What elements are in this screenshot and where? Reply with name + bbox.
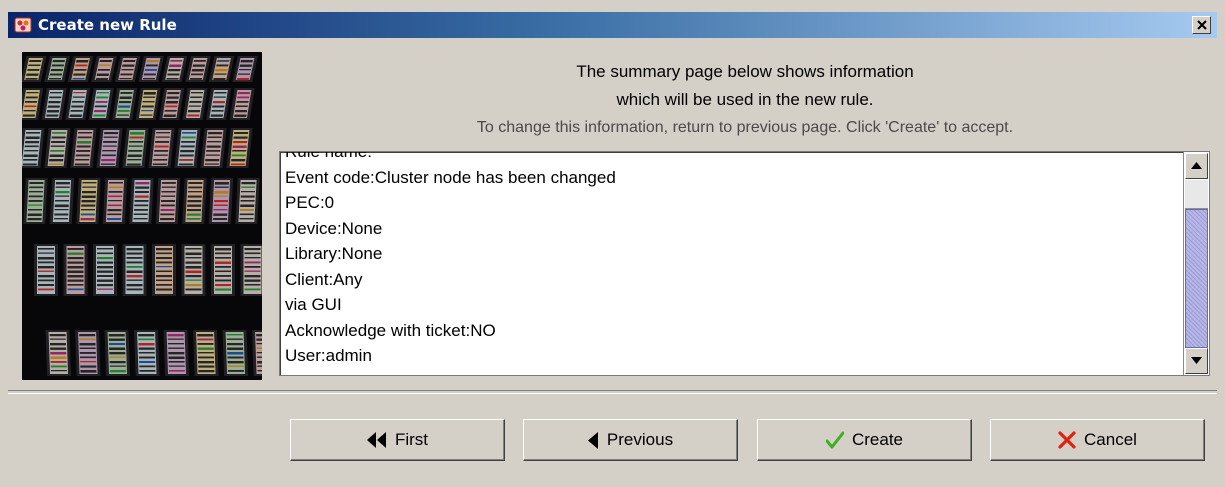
summary-line-library: Library:None — [285, 244, 383, 263]
image-shade — [22, 52, 262, 380]
app-icon — [14, 16, 32, 34]
scroll-track[interactable] — [1185, 179, 1208, 348]
summary-line-event-code: Event code:Cluster node has been changed — [285, 167, 616, 187]
summary-line-acknowledge: Acknowledge with ticket:NO — [285, 320, 496, 340]
summary-line-device: Device:None — [285, 218, 383, 238]
summary-line-user: User:admin — [285, 346, 372, 365]
summary-text-area[interactable]: Rule name: Event code:Cluster node has b… — [279, 151, 1210, 376]
close-button[interactable] — [1192, 16, 1211, 34]
create-button-label: Create — [851, 430, 904, 449]
first-button-label: First — [394, 430, 429, 449]
separator — [8, 390, 1217, 394]
cancel-button[interactable]: Cancel — [990, 419, 1205, 461]
title-bar[interactable]: Create new Rule — [8, 12, 1217, 38]
info-instruction: To change this information, return to pr… — [476, 119, 1014, 136]
info-heading-line-1: The summary page below shows information — [576, 62, 914, 81]
summary-line-pec: PEC:0 — [285, 193, 335, 212]
double-arrow-left-icon — [366, 432, 387, 448]
scroll-track-upper[interactable] — [1185, 179, 1208, 209]
scroll-thumb[interactable] — [1185, 209, 1208, 348]
scroll-down-button[interactable] — [1185, 348, 1208, 374]
summary-line-client: Client:Any — [285, 269, 363, 289]
cancel-button-label: Cancel — [1084, 430, 1137, 449]
arrow-left-icon — [587, 431, 599, 449]
summary-content: Rule name: Event code:Cluster node has b… — [285, 151, 1175, 369]
info-heading-line-2: which will be used in the new rule. — [616, 90, 874, 109]
create-button[interactable]: Create — [757, 419, 972, 461]
scroll-up-button[interactable] — [1185, 153, 1208, 179]
summary-line-rule-name: Rule name: — [285, 151, 372, 161]
summary-line-via: via GUI — [285, 295, 342, 314]
window-title: Create new Rule — [38, 16, 177, 34]
create-rule-dialog: Create new Rule The summary page below s… — [0, 0, 1225, 487]
tape-library-image — [22, 52, 262, 380]
arrow-up-icon — [1191, 162, 1202, 169]
close-icon — [1197, 20, 1207, 30]
arrow-down-icon — [1191, 357, 1202, 364]
first-button[interactable]: First — [290, 419, 505, 461]
previous-button-label: Previous — [606, 430, 674, 449]
x-icon — [1058, 431, 1076, 449]
vertical-scrollbar[interactable] — [1183, 152, 1209, 375]
checkmark-icon — [825, 431, 845, 449]
previous-button[interactable]: Previous — [523, 419, 738, 461]
